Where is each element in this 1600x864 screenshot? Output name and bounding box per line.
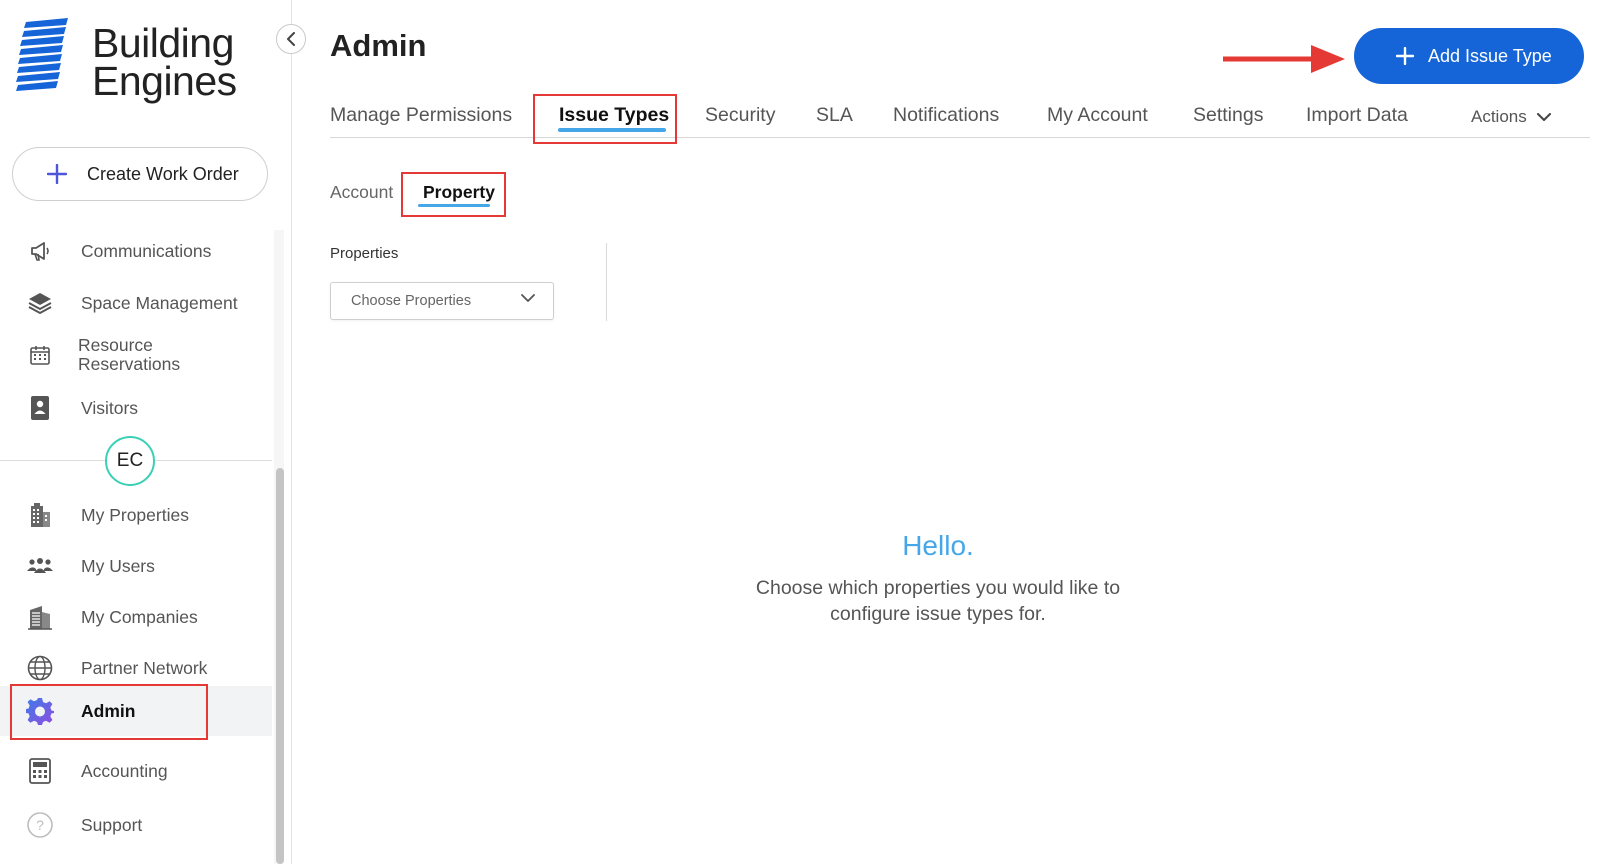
sidebar-item-label: Partner Network (81, 657, 208, 678)
choose-properties-placeholder: Choose Properties (351, 293, 472, 309)
globe-icon (26, 654, 54, 682)
tab-manage-permissions[interactable]: Manage Permissions (330, 104, 512, 127)
plus-icon (1395, 46, 1415, 66)
sidebar-item-support[interactable]: ? Support (0, 800, 272, 850)
subtab-account[interactable]: Account (330, 182, 393, 203)
brand-name-line1: Building (92, 20, 234, 66)
users-icon (26, 552, 54, 580)
sidebar-item-label: Space Management (81, 292, 238, 313)
main-content: Admin Add Issue Type Manage Permissions … (293, 0, 1600, 864)
sidebar-item-communications[interactable]: Communications (0, 226, 272, 276)
sidebar-item-space-management[interactable]: Space Management (0, 278, 272, 328)
sidebar-item-label: Communications (81, 240, 212, 261)
building-icon (26, 501, 54, 529)
sidebar-item-my-properties[interactable]: My Properties (0, 490, 272, 540)
sidebar-item-label: My Properties (81, 504, 189, 525)
help-icon: ? (26, 811, 54, 839)
sidebar-scrollbar-thumb[interactable] (276, 468, 284, 864)
megaphone-icon (26, 237, 54, 265)
sidebar-item-label: Visitors (81, 397, 139, 418)
chevron-left-icon (287, 32, 295, 46)
chevron-down-icon (1536, 112, 1551, 121)
empty-state-message: Choose which properties you would like t… (293, 575, 1583, 627)
issue-type-subtabs: Account Property (330, 178, 730, 218)
brand-name-line2: Engines (92, 58, 237, 104)
red-arrow-annotation (1223, 45, 1345, 73)
brand-logo[interactable]: Building Engines (16, 4, 237, 118)
office-building-icon (26, 603, 54, 631)
sidebar-item-label: My Companies (81, 606, 198, 627)
sidebar-item-label: Accounting (81, 760, 168, 781)
plus-icon (46, 163, 68, 185)
actions-label: Actions (1471, 107, 1527, 126)
layers-icon (26, 289, 54, 317)
sidebar: Building Engines Create Work Order Commu… (0, 0, 292, 864)
sidebar-item-my-users[interactable]: My Users (0, 541, 272, 591)
sidebar-item-label: My Users (81, 555, 155, 576)
calculator-icon (26, 757, 54, 785)
property-highlight-annotation (401, 172, 506, 217)
filter-divider (606, 243, 607, 321)
admin-tabs: Manage Permissions Issue Types Security … (330, 98, 1590, 138)
calendar-icon (26, 341, 54, 369)
user-avatar[interactable]: EC (105, 436, 155, 486)
id-badge-icon (26, 394, 54, 422)
issue-types-highlight-annotation (533, 94, 677, 144)
empty-state-line1: Choose which properties you would like t… (755, 577, 1121, 599)
tab-my-account[interactable]: My Account (1047, 104, 1148, 127)
sidebar-item-my-companies[interactable]: My Companies (0, 592, 272, 642)
tab-notifications[interactable]: Notifications (893, 104, 999, 127)
collapse-sidebar-button[interactable] (276, 24, 306, 54)
tab-security[interactable]: Security (705, 104, 775, 127)
empty-state-title: Hello. (902, 530, 974, 561)
admin-highlight-annotation (10, 684, 208, 740)
tab-settings[interactable]: Settings (1193, 104, 1263, 127)
create-work-order-button[interactable]: Create Work Order (12, 147, 268, 201)
chevron-down-icon (521, 294, 535, 302)
sidebar-item-resource-reservations[interactable]: Resource Reservations (0, 330, 272, 380)
sidebar-item-label: Resource Reservations (78, 335, 181, 374)
svg-text:?: ? (36, 817, 44, 833)
building-engines-logo-icon (16, 18, 68, 91)
empty-state-line2: configure issue types for. (830, 603, 1046, 625)
page-title: Admin (330, 28, 427, 63)
add-issue-type-button[interactable]: Add Issue Type (1354, 28, 1584, 84)
tab-import-data[interactable]: Import Data (1306, 104, 1408, 127)
actions-menu[interactable]: Actions (1471, 107, 1551, 127)
add-issue-type-label: Add Issue Type (1428, 45, 1552, 66)
sidebar-item-label: Support (81, 814, 143, 835)
tab-sla[interactable]: SLA (816, 104, 853, 127)
create-work-order-label: Create Work Order (87, 163, 239, 184)
sidebar-item-visitors[interactable]: Visitors (0, 383, 272, 433)
properties-label: Properties (330, 245, 399, 262)
choose-properties-select[interactable]: Choose Properties (330, 282, 554, 320)
brand-name: Building Engines (92, 20, 237, 104)
sidebar-item-accounting[interactable]: Accounting (0, 746, 272, 796)
